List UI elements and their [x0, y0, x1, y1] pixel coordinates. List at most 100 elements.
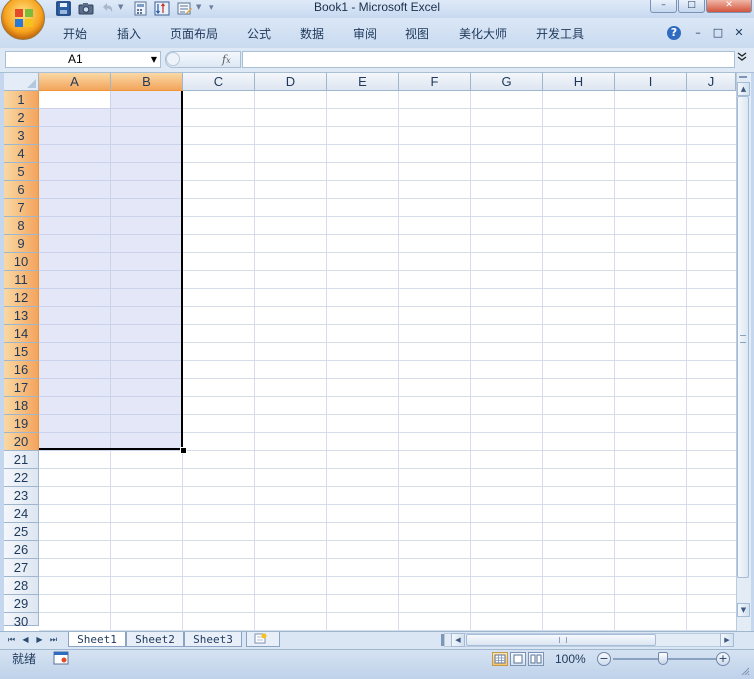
- page-layout-view-button[interactable]: [510, 652, 526, 666]
- save-icon[interactable]: [56, 1, 71, 16]
- row-header-10[interactable]: 10: [4, 253, 39, 271]
- row-header-3[interactable]: 3: [4, 127, 39, 145]
- row-header-22[interactable]: 22: [4, 469, 39, 487]
- tab-formulas[interactable]: 公式: [247, 26, 271, 42]
- column-header-a[interactable]: A: [39, 73, 111, 91]
- prev-sheet-button[interactable]: ◀: [20, 633, 31, 646]
- normal-view-button[interactable]: [492, 652, 508, 666]
- column-header-i[interactable]: I: [615, 73, 687, 91]
- row-header-14[interactable]: 14: [4, 325, 39, 343]
- formula-input[interactable]: [242, 51, 735, 68]
- next-sheet-button[interactable]: ▶: [34, 633, 45, 646]
- tab-beautify[interactable]: 美化大师: [459, 26, 507, 42]
- qat-dropdown-icon[interactable]: ▼: [196, 3, 201, 11]
- zoom-slider-thumb[interactable]: [658, 652, 668, 665]
- row-header-24[interactable]: 24: [4, 505, 39, 523]
- column-header-b[interactable]: B: [111, 73, 183, 91]
- office-logo-icon: [15, 9, 33, 27]
- row-header-6[interactable]: 6: [4, 181, 39, 199]
- tab-view[interactable]: 视图: [405, 26, 429, 42]
- zoom-level[interactable]: 100%: [555, 651, 586, 667]
- tab-home[interactable]: 开始: [63, 26, 87, 42]
- row-header-29[interactable]: 29: [4, 595, 39, 613]
- horizontal-scroll-thumb[interactable]: [466, 634, 656, 646]
- row-header-20[interactable]: 20: [4, 433, 39, 451]
- vertical-scroll-thumb[interactable]: [737, 96, 749, 578]
- scroll-left-button[interactable]: ◀: [451, 633, 465, 647]
- insert-sheet-button[interactable]: [246, 632, 280, 647]
- zoom-in-button[interactable]: +: [716, 652, 730, 666]
- zoom-out-button[interactable]: −: [597, 652, 611, 666]
- tab-data[interactable]: 数据: [300, 26, 324, 42]
- fill-handle[interactable]: [180, 447, 187, 454]
- scroll-down-button[interactable]: ▼: [737, 603, 750, 617]
- row-header-25[interactable]: 25: [4, 523, 39, 541]
- row-header-13[interactable]: 13: [4, 307, 39, 325]
- workbook-restore-button[interactable]: □: [710, 25, 726, 41]
- formula-expand-icon[interactable]: [737, 51, 749, 68]
- tab-page-layout[interactable]: 页面布局: [170, 26, 218, 42]
- formula-cancel-icon[interactable]: [166, 52, 180, 66]
- page-break-view-button[interactable]: [528, 652, 544, 666]
- column-header-j[interactable]: J: [687, 73, 736, 91]
- form-icon[interactable]: [177, 1, 192, 16]
- column-header-f[interactable]: F: [399, 73, 471, 91]
- macro-record-icon[interactable]: [53, 651, 70, 665]
- name-box[interactable]: A1: [5, 51, 161, 68]
- tab-insert[interactable]: 插入: [117, 26, 141, 42]
- insert-function-button[interactable]: fx: [222, 51, 231, 69]
- last-sheet-button[interactable]: ⏭: [48, 633, 59, 646]
- column-header-d[interactable]: D: [255, 73, 327, 91]
- sheet-tab-sheet2[interactable]: Sheet2: [126, 632, 184, 647]
- tab-review[interactable]: 审阅: [353, 26, 377, 42]
- row-header-1[interactable]: 1: [4, 91, 39, 109]
- row-header-8[interactable]: 8: [4, 217, 39, 235]
- row-header-27[interactable]: 27: [4, 559, 39, 577]
- row-header-30[interactable]: 30: [4, 613, 39, 629]
- row-header-5[interactable]: 5: [4, 163, 39, 181]
- tab-developer[interactable]: 开发工具: [536, 26, 584, 42]
- column-header-c[interactable]: C: [183, 73, 255, 91]
- row-header-7[interactable]: 7: [4, 199, 39, 217]
- row-header-9[interactable]: 9: [4, 235, 39, 253]
- undo-icon[interactable]: [99, 1, 114, 16]
- workbook-minimize-button[interactable]: –: [690, 25, 706, 41]
- window-restore-button[interactable]: □: [678, 0, 705, 13]
- row-header-12[interactable]: 12: [4, 289, 39, 307]
- row-header-23[interactable]: 23: [4, 487, 39, 505]
- customize-qat-icon[interactable]: ▾: [209, 3, 214, 13]
- scroll-right-button[interactable]: ▶: [720, 633, 734, 647]
- column-header-h[interactable]: H: [543, 73, 615, 91]
- column-header-e[interactable]: E: [327, 73, 399, 91]
- row-header-21[interactable]: 21: [4, 451, 39, 469]
- name-box-dropdown-icon[interactable]: ▼: [148, 51, 160, 68]
- row-header-15[interactable]: 15: [4, 343, 39, 361]
- row-header-11[interactable]: 11: [4, 271, 39, 289]
- row-header-2[interactable]: 2: [4, 109, 39, 127]
- workbook-close-button[interactable]: ✕: [731, 25, 747, 41]
- column-header-g[interactable]: G: [471, 73, 543, 91]
- selection-border: [38, 90, 183, 450]
- row-header-4[interactable]: 4: [4, 145, 39, 163]
- first-sheet-button[interactable]: ⏮: [6, 633, 17, 646]
- sort-icon[interactable]: [154, 1, 170, 16]
- sheet-tab-sheet1[interactable]: Sheet1: [68, 632, 126, 647]
- row-header-17[interactable]: 17: [4, 379, 39, 397]
- resize-grip-icon[interactable]: [740, 665, 750, 676]
- window-close-button[interactable]: ✕: [706, 0, 752, 13]
- sheet-tab-sheet3[interactable]: Sheet3: [184, 632, 242, 647]
- window-minimize-button[interactable]: –: [650, 0, 677, 13]
- scroll-up-button[interactable]: ▲: [737, 82, 750, 96]
- row-header-16[interactable]: 16: [4, 361, 39, 379]
- status-ready-text: 就绪: [12, 652, 37, 666]
- row-header-19[interactable]: 19: [4, 415, 39, 433]
- calculator-icon[interactable]: [134, 1, 149, 16]
- split-box[interactable]: [737, 73, 749, 81]
- undo-dropdown-icon[interactable]: ▼: [118, 3, 123, 11]
- row-header-26[interactable]: 26: [4, 541, 39, 559]
- camera-icon[interactable]: [78, 1, 94, 16]
- help-icon[interactable]: ?: [667, 26, 681, 40]
- row-header-18[interactable]: 18: [4, 397, 39, 415]
- row-header-28[interactable]: 28: [4, 577, 39, 595]
- status-bar: [0, 649, 754, 679]
